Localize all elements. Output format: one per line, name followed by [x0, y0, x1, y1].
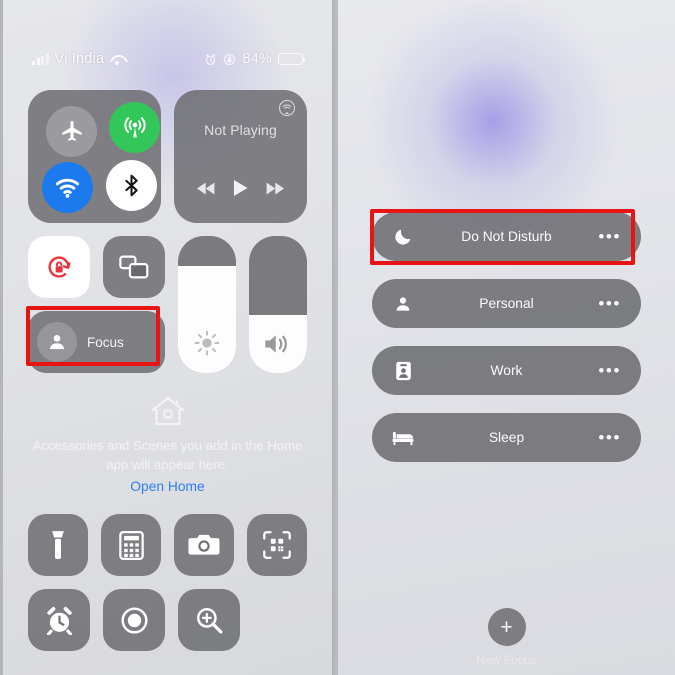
qr-code-scanner-icon: [263, 531, 291, 559]
volume-slider[interactable]: [249, 236, 307, 373]
wifi-icon: [55, 178, 80, 198]
calculator-icon: [118, 530, 144, 560]
person-icon: [392, 295, 414, 313]
brightness-slider[interactable]: [178, 236, 236, 373]
home-empty-message: Accessories and Scenes you add in the Ho…: [32, 438, 303, 472]
new-focus-label: New Focus: [476, 653, 537, 667]
moon-icon: [392, 227, 414, 246]
cellular-signal-icon: [32, 53, 49, 65]
focus-modes-panel: Do Not Disturb ••• Personal ••• Work •••…: [338, 0, 675, 675]
alarm-icon: [206, 53, 216, 65]
app-shortcuts-grid: [28, 514, 307, 651]
focus-mode-options-button[interactable]: •••: [598, 295, 621, 312]
wifi-toggle[interactable]: [42, 162, 93, 213]
connectivity-module[interactable]: [28, 90, 161, 223]
open-home-link[interactable]: Open Home: [28, 479, 307, 494]
person-glyph-icon: [50, 335, 64, 350]
bed-glyph-icon: [392, 431, 414, 445]
wifi-icon: [110, 54, 124, 65]
focus-button[interactable]: Focus: [28, 311, 165, 373]
fast-forward-icon[interactable]: [265, 181, 285, 196]
plus-icon[interactable]: +: [487, 608, 526, 646]
screen-record-button[interactable]: [103, 589, 165, 651]
now-playing-module[interactable]: Not Playing: [174, 90, 307, 223]
airplay-icon[interactable]: [278, 99, 296, 117]
volume-icon: [265, 335, 287, 353]
rotation-lock-icon: [224, 53, 236, 65]
focus-modes-list: Do Not Disturb ••• Personal ••• Work •••…: [372, 212, 641, 480]
bluetooth-icon: [125, 174, 138, 197]
person-glyph-icon: [396, 296, 410, 311]
play-icon[interactable]: [233, 179, 248, 197]
focus-mode-options-button[interactable]: •••: [598, 228, 621, 245]
rotation-lock-icon: [48, 256, 71, 278]
control-center-panel: Vi India 84% Not Playing Focus Accessori…: [0, 0, 335, 675]
focus-button-label: Focus: [87, 334, 124, 350]
airplane-mode-toggle[interactable]: [46, 106, 97, 157]
control-center-grid: Not Playing Focus Accessories and Scenes…: [28, 90, 307, 651]
brightness-icon: [194, 330, 220, 356]
home-icon: [151, 396, 184, 426]
camera-button[interactable]: [174, 514, 234, 576]
focus-mode-sleep[interactable]: Sleep •••: [372, 413, 641, 462]
qr-code-scanner-button[interactable]: [247, 514, 307, 576]
focus-mode-do-not-disturb[interactable]: Do Not Disturb •••: [372, 212, 641, 261]
bluetooth-toggle[interactable]: [106, 160, 157, 211]
media-controls: [174, 179, 307, 197]
bed-icon: [392, 430, 414, 446]
cellular-data-icon: [123, 116, 146, 137]
moon-glyph-icon: [394, 229, 410, 245]
work-badge-glyph-icon: [395, 361, 411, 380]
media-title: Not Playing: [204, 122, 277, 138]
alarm-clock-button[interactable]: [28, 589, 90, 651]
focus-mode-work[interactable]: Work •••: [372, 346, 641, 395]
carrier-label: Vi India: [54, 51, 105, 67]
battery-percent-label: 84%: [242, 51, 272, 67]
focus-mode-options-button[interactable]: •••: [598, 362, 621, 379]
flashlight-button[interactable]: [28, 514, 88, 576]
screenshot-root: Vi India 84% Not Playing Focus Accessori…: [0, 0, 675, 675]
person-icon: [37, 322, 77, 362]
calculator-button[interactable]: [101, 514, 161, 576]
work-badge-icon: [392, 361, 414, 381]
rewind-icon[interactable]: [196, 181, 216, 196]
cellular-data-toggle[interactable]: [109, 102, 160, 153]
magnifier-icon: [196, 607, 223, 634]
battery-icon: [278, 52, 306, 66]
home-section: Accessories and Scenes you add in the Ho…: [28, 395, 307, 494]
screen-mirroring-icon: [119, 255, 149, 279]
flashlight-icon: [52, 531, 64, 559]
camera-icon: [188, 534, 220, 555]
airplane-mode-icon: [61, 120, 82, 141]
screen-record-icon: [120, 606, 148, 634]
focus-mode-options-button[interactable]: •••: [598, 429, 621, 446]
screen-mirroring-button[interactable]: [103, 236, 165, 298]
new-focus-control[interactable]: + New Focus: [338, 608, 675, 667]
orientation-lock-button[interactable]: [28, 236, 90, 298]
alarm-clock-icon: [46, 606, 72, 635]
magnifier-button[interactable]: [178, 589, 240, 651]
status-bar: Vi India 84%: [0, 46, 335, 72]
focus-mode-personal[interactable]: Personal •••: [372, 279, 641, 328]
